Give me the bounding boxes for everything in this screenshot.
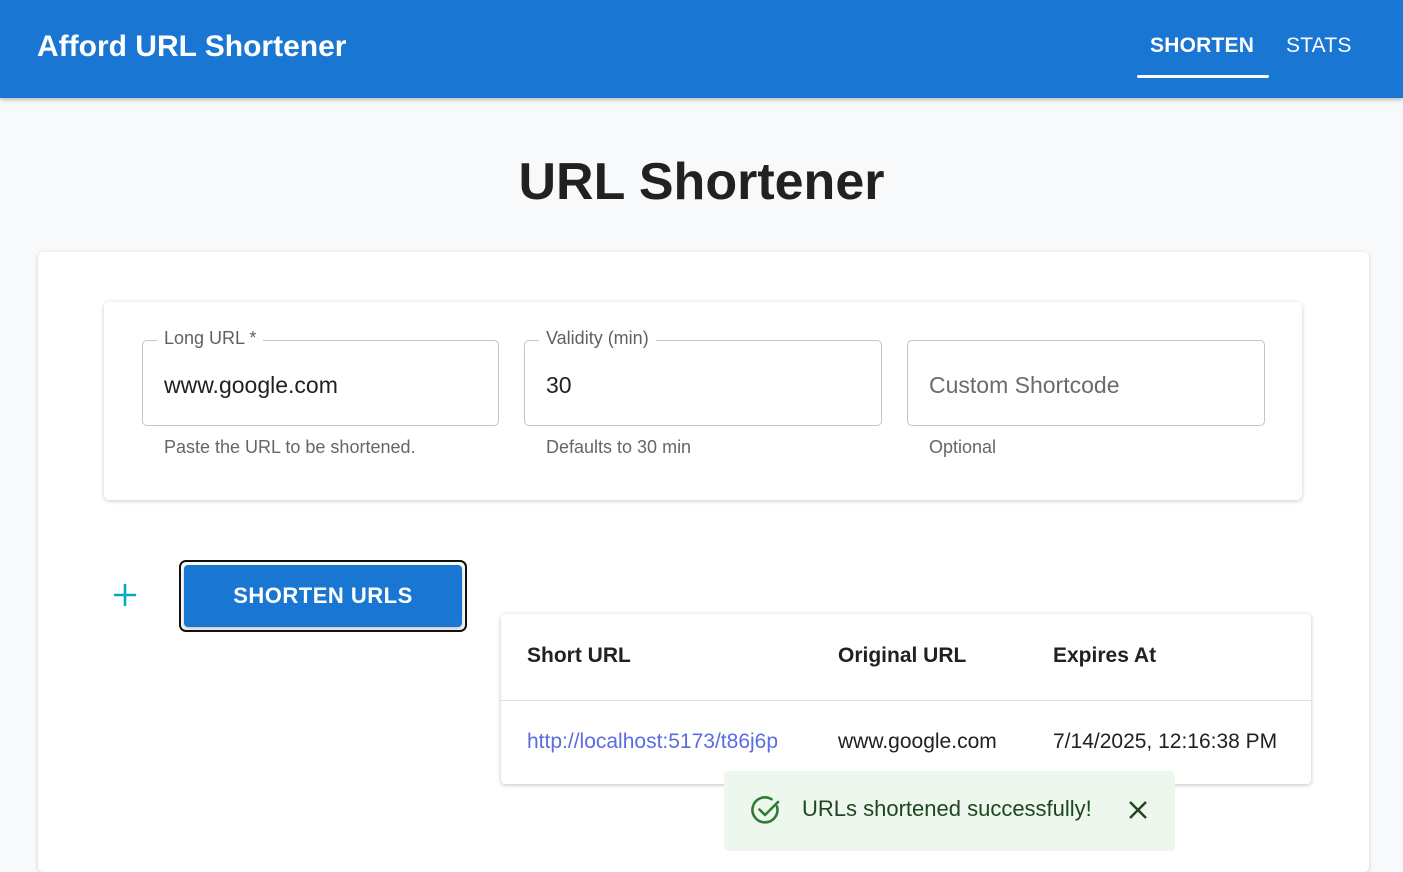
shorten-urls-button[interactable]: SHORTEN URLS	[184, 565, 462, 627]
nav-tab-shorten[interactable]: SHORTEN	[1150, 34, 1254, 58]
long-url-helper: Paste the URL to be shortened.	[164, 437, 416, 457]
header-short-url: Short URL	[527, 644, 631, 667]
long-url-value[interactable]: www.google.com	[164, 372, 338, 399]
snackbar-message: URLs shortened successfully!	[802, 796, 1092, 821]
table-divider	[501, 700, 1311, 701]
app-bar: Afford URL Shortener SHORTEN STATS	[0, 0, 1403, 98]
validity-value[interactable]: 30	[546, 372, 572, 399]
shortcode-placeholder[interactable]: Custom Shortcode	[929, 372, 1119, 399]
short-url-link[interactable]: http://localhost:5173/t86j6p	[527, 730, 778, 754]
plus-icon[interactable]	[111, 581, 139, 609]
close-icon[interactable]	[1126, 798, 1150, 822]
page-title: URL Shortener	[518, 153, 885, 211]
shortcode-field[interactable]: Custom Shortcode	[907, 340, 1265, 426]
header-expires-at: Expires At	[1053, 644, 1157, 667]
expires-at-cell: 7/14/2025, 12:16:38 PM	[1053, 730, 1278, 753]
long-url-label: Long URL *	[157, 328, 264, 349]
original-url-cell: www.google.com	[838, 730, 997, 753]
long-url-field[interactable]: Long URL * www.google.com	[142, 328, 499, 426]
validity-helper: Defaults to 30 min	[546, 437, 692, 457]
nav-tab-stats[interactable]: STATS	[1286, 34, 1352, 58]
check-circle-icon	[751, 796, 780, 824]
active-tab-indicator	[1137, 75, 1269, 78]
header-original-url: Original URL	[838, 644, 967, 667]
results-table	[501, 614, 1311, 784]
shortcode-helper: Optional	[929, 437, 997, 457]
validity-field[interactable]: Validity (min) 30	[524, 328, 882, 426]
validity-label: Validity (min)	[539, 328, 656, 349]
app-title: Afford URL Shortener	[37, 30, 347, 63]
